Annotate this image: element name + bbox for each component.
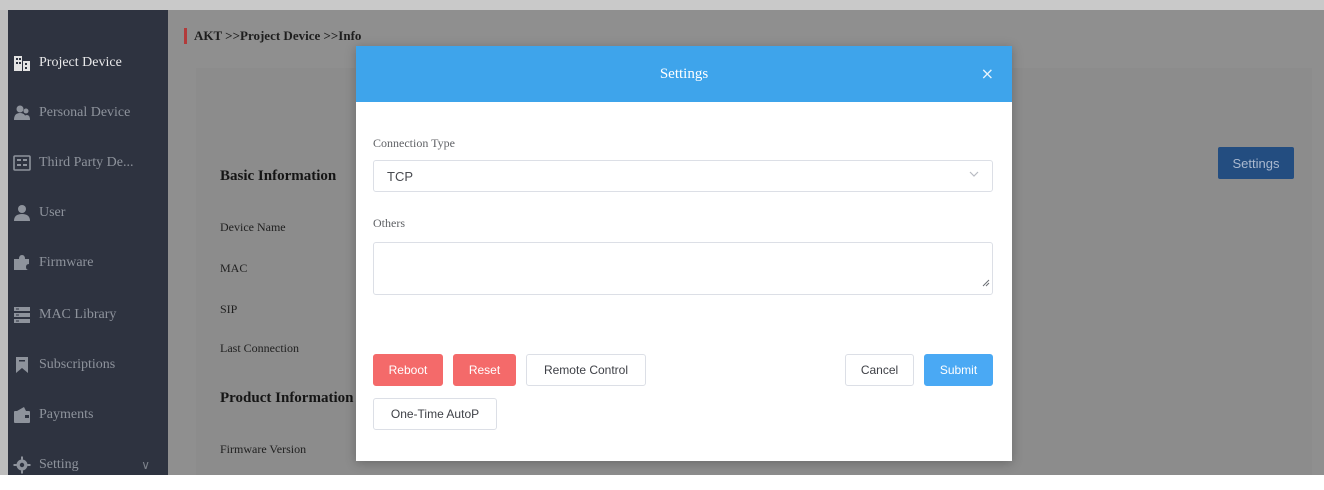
reset-button[interactable]: Reset bbox=[453, 354, 516, 386]
last-connection-label: Last Connection bbox=[220, 341, 299, 355]
modal-header: Settings × bbox=[356, 46, 1012, 102]
sidebar-item-label: Personal Device bbox=[39, 105, 131, 120]
others-label: Others bbox=[373, 216, 405, 230]
close-icon[interactable]: × bbox=[981, 64, 994, 83]
connection-type-label: Connection Type bbox=[373, 136, 455, 150]
users-icon bbox=[13, 104, 31, 122]
sidebar-item-subscriptions[interactable]: Subscriptions bbox=[8, 340, 168, 390]
user-icon bbox=[13, 204, 31, 222]
chevron-down-icon bbox=[968, 168, 980, 183]
product-information-heading: Product Information bbox=[220, 390, 354, 406]
sidebar-item-label: MAC Library bbox=[39, 307, 117, 322]
sidebar-item-project-device[interactable]: Project Device bbox=[8, 38, 168, 88]
connection-type-select[interactable]: TCP bbox=[373, 160, 993, 192]
sidebar-item-label: User bbox=[39, 205, 66, 220]
device-name-label: Device Name bbox=[220, 220, 286, 234]
resize-handle-icon[interactable] bbox=[982, 274, 990, 292]
sidebar-item-label: Project Device bbox=[39, 55, 122, 70]
building-icon bbox=[13, 54, 31, 72]
submit-button[interactable]: Submit bbox=[924, 354, 993, 386]
reboot-button[interactable]: Reboot bbox=[373, 354, 443, 386]
sidebar-item-user[interactable]: User bbox=[8, 188, 168, 238]
basic-information-heading: Basic Information bbox=[220, 168, 337, 184]
settings-modal: Settings × Connection Type TCP Others Re… bbox=[356, 46, 1012, 461]
sidebar-item-payments[interactable]: Payments bbox=[8, 390, 168, 440]
sidebar-item-third-party-device[interactable]: Third Party De... bbox=[8, 138, 168, 188]
connection-type-value: TCP bbox=[387, 168, 413, 184]
mac-label: MAC bbox=[220, 261, 248, 275]
sidebar-item-setting[interactable]: Setting ∨ bbox=[8, 440, 168, 490]
others-textarea[interactable] bbox=[373, 242, 993, 295]
puzzle-icon bbox=[13, 254, 31, 272]
chevron-down-icon: ∨ bbox=[141, 457, 150, 472]
firmware-version-label: Firmware Version bbox=[220, 442, 307, 456]
sidebar-item-label: Subscriptions bbox=[39, 357, 116, 372]
sidebar-item-label: Third Party De... bbox=[39, 155, 134, 170]
gear-icon bbox=[13, 456, 31, 474]
one-time-autop-button[interactable]: One-Time AutoP bbox=[373, 398, 497, 430]
modal-title: Settings bbox=[659, 65, 709, 82]
sidebar: Project Device Personal Device Third Par… bbox=[8, 10, 168, 475]
device-panel-icon bbox=[13, 154, 31, 172]
sip-label: SIP bbox=[220, 302, 238, 316]
sidebar-item-label: Setting bbox=[39, 457, 79, 472]
sidebar-item-label: Payments bbox=[39, 407, 94, 422]
server-icon bbox=[13, 306, 31, 324]
settings-button[interactable]: Settings bbox=[1218, 147, 1294, 179]
breadcrumb: AKT >>Project Device >>Info bbox=[184, 28, 361, 44]
left-gutter bbox=[0, 10, 8, 475]
bookmark-icon bbox=[13, 356, 31, 374]
sidebar-item-firmware[interactable]: Firmware bbox=[8, 238, 168, 288]
sidebar-item-label: Firmware bbox=[39, 255, 94, 270]
cancel-button[interactable]: Cancel bbox=[845, 354, 914, 386]
top-strip bbox=[0, 0, 1324, 10]
remote-control-button[interactable]: Remote Control bbox=[526, 354, 646, 386]
wallet-icon bbox=[13, 406, 31, 424]
sidebar-item-mac-library[interactable]: MAC Library bbox=[8, 290, 168, 340]
sidebar-item-personal-device[interactable]: Personal Device bbox=[8, 88, 168, 138]
